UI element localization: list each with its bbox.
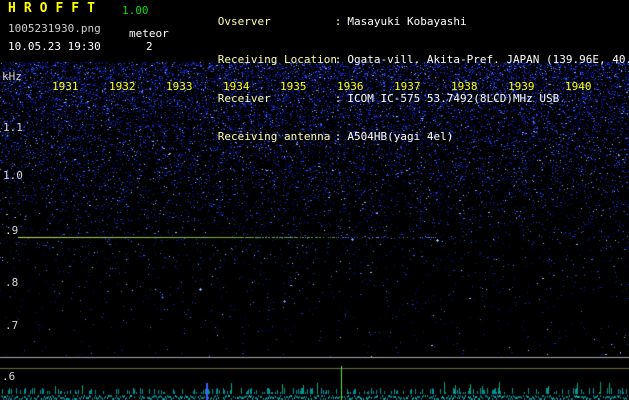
time-tick-1938: 1938 <box>451 80 478 93</box>
info-row-observer: Ovserver: Masayuki Kobayashi <box>178 3 629 41</box>
info-row-location: Receiving Location: Ogata-vill. Akita-Pre… <box>178 41 629 79</box>
info-label: Receiver <box>217 91 271 105</box>
info-separator: : <box>334 91 342 105</box>
freq-tick-0-8: .8 <box>5 276 19 289</box>
time-tick-1934: 1934 <box>223 80 250 93</box>
info-value: Masayuki Kobayashi <box>347 14 467 28</box>
freq-tick-0-7: .7 <box>5 319 19 332</box>
info-label: Receiving antenna <box>217 129 331 143</box>
time-tick-1932: 1932 <box>109 80 136 93</box>
info-row-antenna: Receiving antenna: A504HB(yagi 4el) <box>178 118 629 156</box>
freq-tick-1-1: 1.1 <box>3 121 23 134</box>
time-tick-1940: 1940 <box>565 80 592 93</box>
time-tick-1933: 1933 <box>166 80 193 93</box>
mode-label: meteor <box>129 27 169 40</box>
info-value: Ogata-vill. Akita-Pref. JAPAN (139.96E, … <box>347 53 629 67</box>
info-separator: : <box>334 53 342 67</box>
info-separator: : <box>334 14 342 28</box>
app-title: HROFFT <box>8 1 103 16</box>
time-tick-1936: 1936 <box>337 80 364 93</box>
time-tick-1939: 1939 <box>508 80 535 93</box>
output-filename: 1005231930.png <box>8 22 101 35</box>
freq-tick-0-6: .6 <box>2 370 16 383</box>
freq-tick-0-9: .9 <box>5 224 19 237</box>
hrofft-output: HROFFT 1.00 1005231930.png meteor 10.05.… <box>0 0 629 400</box>
info-label: Ovserver <box>217 14 271 28</box>
app-version: 1.00 <box>122 4 149 17</box>
freq-tick-1-0: 1.0 <box>3 169 23 182</box>
info-separator: : <box>334 129 342 143</box>
info-value: A504HB(yagi 4el) <box>347 129 454 143</box>
info-value: ICOM IC-575 53.7492(8LCD)MHz USB <box>347 91 560 105</box>
info-label: Receiving Location <box>217 53 337 67</box>
echo-count: 2 <box>146 40 153 53</box>
freq-axis-unit: kHz <box>2 70 22 83</box>
time-tick-1931: 1931 <box>52 80 79 93</box>
datetime-label: 10.05.23 19:30 <box>8 40 101 53</box>
time-tick-1935: 1935 <box>280 80 307 93</box>
time-tick-1937: 1937 <box>394 80 421 93</box>
